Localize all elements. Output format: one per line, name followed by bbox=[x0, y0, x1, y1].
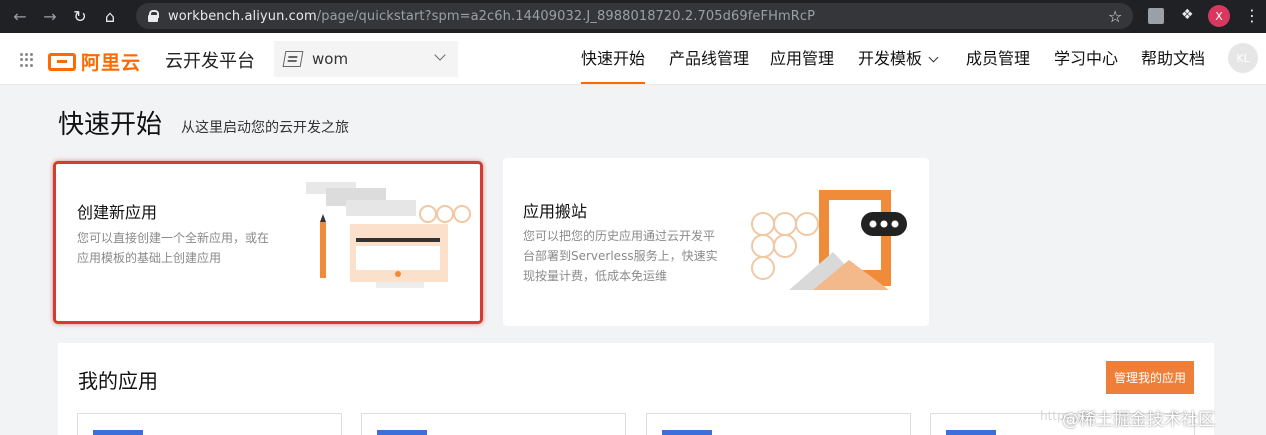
workspace-icon bbox=[282, 51, 304, 67]
nav-dev-templates[interactable]: 开发模板 bbox=[858, 33, 939, 84]
app-tile-badge bbox=[662, 430, 712, 435]
card-title: 创建新应用 bbox=[77, 203, 158, 222]
reload-icon[interactable]: ↻ bbox=[70, 7, 90, 27]
card-title: 应用搬站 bbox=[523, 202, 588, 221]
page-title: 快速开始 bbox=[58, 110, 163, 140]
nav-help-docs[interactable]: 帮助文档 bbox=[1141, 33, 1205, 84]
platform-title: 云开发平台 bbox=[165, 51, 255, 72]
section-title: 我的应用 bbox=[78, 369, 158, 393]
app-header: 阿里云 云开发平台 wom 快速开始 产品线管理 应用管理 开发模板 成员管理 … bbox=[0, 33, 1266, 85]
chevron-down-icon bbox=[928, 52, 939, 63]
workspace-select[interactable]: wom bbox=[274, 41, 458, 77]
manage-my-apps-button[interactable]: 管理我的应用 bbox=[1106, 361, 1194, 394]
migrate-app-card[interactable]: 应用搬站 您可以把您的历史应用通过云开发平 台部署到Serverless服务上，… bbox=[503, 158, 929, 326]
browser-menu-icon[interactable]: ⋮ bbox=[1244, 6, 1260, 25]
logo-text: 阿里云 bbox=[81, 52, 142, 74]
card-description: 您可以直接创建一个全新应用，或在 应用模板的基础上创建应用 bbox=[77, 231, 270, 265]
app-grid-icon[interactable] bbox=[20, 53, 34, 67]
aliyun-logo-icon bbox=[48, 52, 76, 71]
nav-quickstart[interactable]: 快速开始 bbox=[581, 33, 646, 84]
card-description: 您可以把您的历史应用通过云开发平 台部署到Serverless服务上，快速实 现… bbox=[523, 229, 718, 283]
nav-product-lines[interactable]: 产品线管理 bbox=[669, 33, 749, 84]
extension-icon[interactable] bbox=[1148, 8, 1164, 24]
app-tile[interactable] bbox=[77, 413, 342, 435]
nav-members[interactable]: 成员管理 bbox=[966, 33, 1030, 84]
watermark: @稀土掘金技术社区 bbox=[1062, 410, 1215, 430]
back-icon[interactable]: ← bbox=[10, 7, 30, 27]
aliyun-logo[interactable]: 阿里云 bbox=[48, 48, 141, 75]
lock-icon bbox=[148, 10, 159, 22]
address-bar[interactable]: workbench.aliyun.com/page/quickstart?spm… bbox=[136, 3, 1133, 29]
profile-avatar[interactable]: X bbox=[1208, 5, 1230, 27]
app-tile[interactable] bbox=[361, 413, 626, 435]
workspace-name: wom bbox=[312, 50, 349, 68]
app-tile-badge bbox=[93, 430, 143, 435]
app-tile-badge bbox=[946, 430, 996, 435]
app-tile-badge bbox=[377, 430, 427, 435]
url-text: workbench.aliyun.com/page/quickstart?spm… bbox=[168, 8, 816, 24]
nav-app-management[interactable]: 应用管理 bbox=[770, 33, 834, 84]
extensions-puzzle-icon[interactable]: ❖ bbox=[1181, 7, 1194, 23]
home-icon[interactable]: ⌂ bbox=[100, 7, 120, 27]
create-app-illustration bbox=[306, 182, 471, 288]
forward-icon[interactable]: → bbox=[40, 7, 60, 27]
page-subtitle: 从这里启动您的云开发之旅 bbox=[181, 120, 349, 136]
browser-toolbar: ← → ↻ ⌂ workbench.aliyun.com/page/quicks… bbox=[0, 0, 1266, 33]
app-tile[interactable] bbox=[646, 413, 911, 435]
user-avatar[interactable]: KL bbox=[1228, 43, 1258, 73]
create-app-card[interactable]: 创建新应用 您可以直接创建一个全新应用，或在 应用模板的基础上创建应用 bbox=[53, 161, 483, 324]
chevron-down-icon bbox=[434, 49, 446, 61]
nav-learning[interactable]: 学习中心 bbox=[1054, 33, 1118, 84]
migrate-app-illustration bbox=[751, 190, 907, 290]
bookmark-star-icon[interactable]: ☆ bbox=[1108, 7, 1122, 26]
